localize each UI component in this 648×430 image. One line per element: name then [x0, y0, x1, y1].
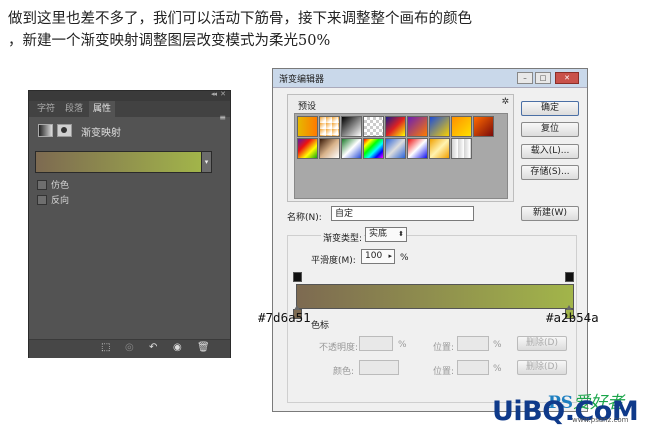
undo-icon[interactable]: ↶ — [149, 342, 157, 353]
tab-paragraph[interactable]: 段落 — [61, 101, 87, 117]
color-stop-section-label: 色标 — [311, 321, 330, 331]
intro-line-2: ，新建一个渐变映射调整图层改变模式为柔光50% — [8, 33, 331, 49]
eye-link-icon[interactable]: ◎ — [125, 342, 134, 353]
visibility-icon[interactable]: ◉ — [173, 342, 182, 353]
properties-panel: ◂◂ ✕ 字符 段落 属性 ≡ 渐变映射 ▾ 仿色 反向 ⬚ ◎ ↶ ◉ 🗑 — [28, 90, 231, 358]
color-position-label: 位置: — [433, 367, 455, 377]
presets-label: 预设 — [298, 102, 317, 112]
panel-bottom-bar: ⬚ ◎ ↶ ◉ 🗑 — [29, 339, 230, 358]
select-arrows-icon: ⬍ — [398, 230, 404, 238]
close-icon[interactable]: ✕ — [555, 72, 579, 84]
smoothness-unit: % — [400, 253, 409, 263]
preset-swatch[interactable] — [473, 116, 494, 137]
dither-label: 仿色 — [51, 181, 70, 191]
panel-top-bar: ◂◂ ✕ — [29, 90, 230, 101]
gradient-map-adjustment-icon[interactable] — [38, 124, 53, 137]
adjustment-name: 渐变映射 — [81, 128, 121, 139]
tab-character[interactable]: 字符 — [33, 101, 59, 117]
preset-swatch[interactable] — [341, 138, 362, 159]
preset-swatch[interactable] — [451, 138, 472, 159]
left-stop-hex-label: #7d6a51 — [258, 310, 311, 325]
clip-icon[interactable]: ⬚ — [101, 342, 110, 353]
opacity-delete-button[interactable]: 删除(D) — [517, 336, 567, 351]
new-button[interactable]: 新建(W) — [521, 206, 579, 221]
preset-swatch[interactable] — [385, 138, 406, 159]
save-button[interactable]: 存储(S)... — [521, 165, 579, 180]
trash-icon[interactable]: 🗑 — [197, 342, 210, 353]
preset-swatch[interactable] — [385, 116, 406, 137]
color-delete-button[interactable]: 删除(D) — [517, 360, 567, 375]
opacity-stop-left[interactable] — [293, 272, 302, 282]
preset-swatch[interactable] — [297, 116, 318, 137]
gradient-bar[interactable] — [296, 284, 574, 309]
presets-swatch-grid — [294, 113, 508, 199]
color-swatch-input[interactable] — [359, 360, 399, 375]
smoothness-label: 平滑度(M): — [311, 256, 356, 266]
dither-checkbox[interactable] — [37, 180, 47, 190]
color-position-input[interactable] — [457, 360, 489, 375]
name-label: 名称(N): — [287, 213, 322, 223]
intro-line-1: 做到这里也差不多了，我们可以活动下筋骨，接下来调整整个画布的颜色 — [8, 11, 472, 27]
maximize-icon[interactable]: □ — [535, 72, 551, 84]
color-label: 颜色: — [333, 367, 355, 377]
opacity-stop-right[interactable] — [565, 272, 574, 282]
gear-icon[interactable]: ✲ — [501, 97, 509, 107]
reset-button[interactable]: 复位 — [521, 122, 579, 137]
preset-swatch[interactable] — [363, 138, 384, 159]
panel-menu-icon[interactable]: ≡ — [219, 113, 226, 122]
dropdown-arrow-icon: ▸ — [388, 252, 392, 260]
reverse-label: 反向 — [51, 196, 70, 206]
load-button[interactable]: 载入(L)... — [521, 144, 579, 159]
tab-properties[interactable]: 属性 — [89, 101, 116, 117]
preset-swatch[interactable] — [297, 138, 318, 159]
right-stop-hex-label: #a2b54a — [546, 310, 599, 325]
minimize-icon[interactable]: – — [517, 72, 533, 84]
preset-swatch[interactable] — [341, 116, 362, 137]
panel-tabs: 字符 段落 属性 ≡ — [29, 101, 230, 122]
preset-swatch[interactable] — [429, 116, 450, 137]
opacity-label: 不透明度: — [319, 343, 359, 353]
preset-swatch[interactable] — [451, 116, 472, 137]
ok-button[interactable]: 确定 — [521, 101, 579, 116]
gradient-dropdown-icon[interactable]: ▾ — [201, 151, 212, 173]
gradient-type-select[interactable]: 实底 ⬍ — [365, 227, 407, 242]
opacity-position-label: 位置: — [433, 343, 455, 353]
layer-mask-icon[interactable] — [57, 124, 72, 137]
reverse-checkbox[interactable] — [37, 195, 47, 205]
opacity-unit: % — [398, 340, 407, 350]
gradient-preview[interactable] — [35, 151, 203, 173]
preset-swatch[interactable] — [319, 138, 340, 159]
smoothness-value: 100 — [365, 251, 383, 261]
gradient-type-value: 实底 — [369, 229, 388, 239]
smoothness-input[interactable]: 100 ▸ — [361, 249, 395, 264]
intro-text: 做到这里也差不多了，我们可以活动下筋骨，接下来调整整个画布的颜色 ，新建一个渐变… — [8, 8, 472, 52]
watermark-site-sub: www.psahz.com — [572, 416, 629, 424]
gradient-type-label: 渐变类型: — [321, 231, 365, 244]
preset-swatch[interactable] — [319, 116, 340, 137]
close-icon[interactable]: ✕ — [220, 90, 226, 98]
opacity-input[interactable] — [359, 336, 393, 351]
presets-group: 预设 ✲ — [287, 94, 514, 202]
color-position-unit: % — [493, 364, 502, 374]
gradient-editor-dialog: 渐变编辑器 – □ ✕ 预设 ✲ 确定 复位 载入(L)... 存储(S)...… — [272, 68, 588, 412]
preset-swatch[interactable] — [429, 138, 450, 159]
dialog-title: 渐变编辑器 — [279, 75, 325, 85]
opacity-position-input[interactable] — [457, 336, 489, 351]
preset-swatch[interactable] — [407, 116, 428, 137]
collapse-icon[interactable]: ◂◂ — [211, 90, 217, 98]
opacity-position-unit: % — [493, 340, 502, 350]
preset-swatch[interactable] — [407, 138, 428, 159]
preset-swatch[interactable] — [363, 116, 384, 137]
name-input[interactable]: 自定 — [331, 206, 474, 221]
dialog-title-bar: 渐变编辑器 – □ ✕ — [273, 69, 587, 88]
